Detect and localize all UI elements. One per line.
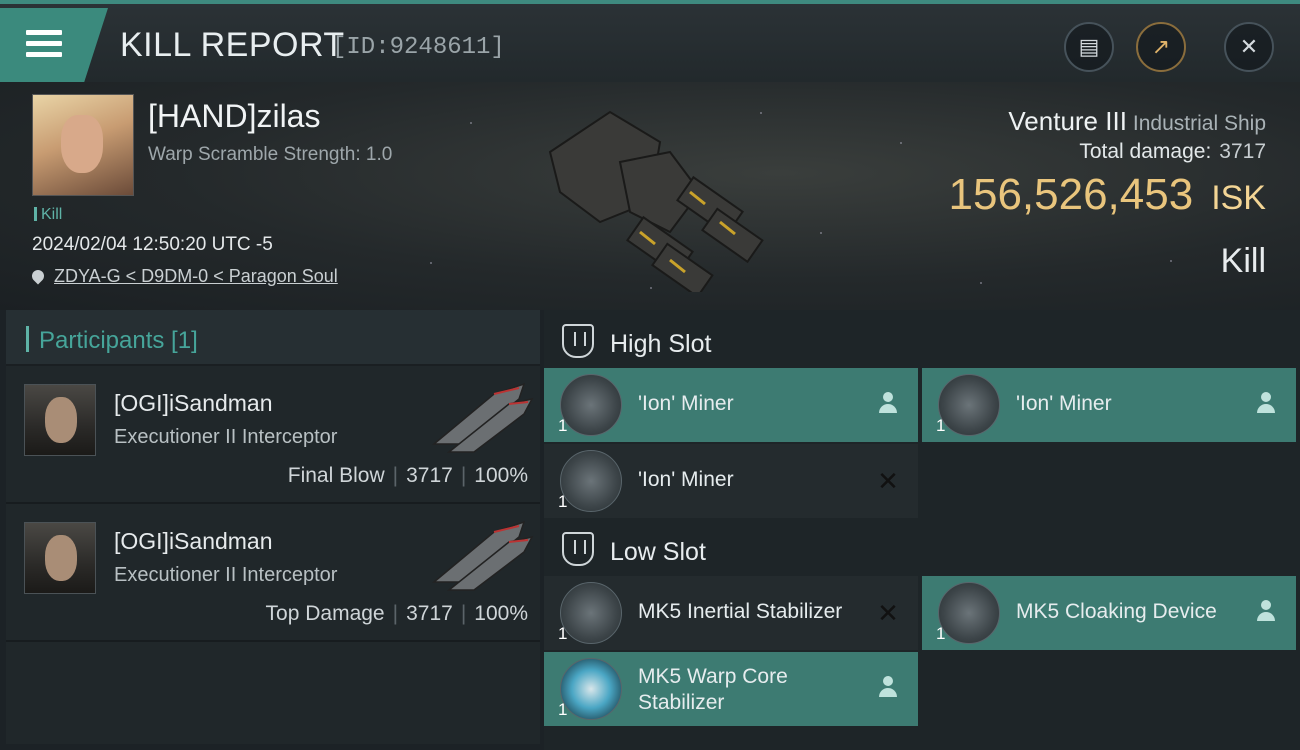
victim-ship-image <box>548 110 764 292</box>
module-quantity: 1 <box>558 700 568 719</box>
victim-panel: [HAND]zilas Warp Scramble Strength: 1.0 … <box>0 82 1300 310</box>
result-label: Kill <box>1220 242 1266 280</box>
participants-panel: Participants [1] [OGI]iSandman Execution… <box>6 310 540 744</box>
low-slot-icon <box>562 532 594 566</box>
miner-icon <box>938 374 1000 436</box>
participant-row[interactable]: [OGI]iSandman Executioner II Interceptor… <box>6 504 540 642</box>
participant-ship: Executioner II Interceptor <box>114 426 338 448</box>
destroyed-icon: ✕ <box>877 466 899 496</box>
participant-avatar[interactable] <box>24 384 96 456</box>
kill-tag: Kill <box>34 206 62 224</box>
module-name: MK5 Warp Core Stabilizer <box>638 665 788 714</box>
module-item[interactable]: 1 MK5 Warp Core Stabilizer <box>544 652 918 726</box>
clipboard-button[interactable]: ▤ <box>1064 22 1114 72</box>
module-item[interactable]: 1 MK5 Cloaking Device <box>922 576 1296 650</box>
module-name: 'Ion' Miner <box>638 392 734 415</box>
module-name: 'Ion' Miner <box>1016 392 1112 415</box>
survived-icon <box>1256 392 1276 414</box>
report-id[interactable]: [ID:9248611] <box>332 34 505 61</box>
participant-name[interactable]: [OGI]iSandman <box>114 528 273 555</box>
hamburger-icon <box>26 30 62 58</box>
survived-icon <box>1256 600 1276 622</box>
victim-ship-class: Industrial Ship <box>1132 112 1266 135</box>
participant-ship-image <box>431 520 534 591</box>
kill-location[interactable]: ZDYA-G < D9DM-0 < Paragon Soul <box>29 266 338 287</box>
module-name: MK5 Cloaking Device <box>1016 600 1217 623</box>
module-quantity: 1 <box>936 416 946 435</box>
destroyed-icon: ✕ <box>877 598 899 628</box>
share-icon: ↗ <box>1151 34 1171 59</box>
participant-avatar[interactable] <box>24 522 96 594</box>
participant-stats: Top Damage | 3717 | 100% <box>265 602 528 625</box>
fitting-slots-panel: High Slot 1 'Ion' Miner 1 'Ion' Miner 1 … <box>544 310 1300 750</box>
module-item[interactable]: 1 MK5 Inertial Stabilizer ✕ <box>544 576 918 650</box>
cloaking-device-icon <box>938 582 1000 644</box>
module-item[interactable]: 1 'Ion' Miner <box>544 368 918 442</box>
module-quantity: 1 <box>558 416 568 435</box>
survived-icon <box>878 676 898 698</box>
survived-icon <box>878 392 898 414</box>
warp-core-stabilizer-icon <box>560 658 622 720</box>
module-quantity: 1 <box>936 624 946 643</box>
high-slot-icon <box>562 324 594 358</box>
module-item[interactable]: 1 'Ion' Miner ✕ <box>544 444 918 518</box>
kill-datetime: 2024/02/04 12:50:20 UTC -5 <box>32 234 273 255</box>
miner-icon <box>560 450 622 512</box>
module-quantity: 1 <box>558 624 568 643</box>
menu-button[interactable] <box>0 8 108 82</box>
participant-name[interactable]: [OGI]iSandman <box>114 390 273 417</box>
clipboard-icon: ▤ <box>1078 34 1100 59</box>
participant-row[interactable]: [OGI]iSandman Executioner II Interceptor… <box>6 366 540 504</box>
share-button[interactable]: ↗ <box>1136 22 1186 72</box>
close-button[interactable]: ✕ <box>1224 22 1274 72</box>
isk-value: 156,526,453 ISK <box>948 170 1267 219</box>
high-slot-header: High Slot <box>544 310 1300 368</box>
miner-icon <box>560 374 622 436</box>
module-name: MK5 Inertial Stabilizer <box>638 600 843 623</box>
victim-name[interactable]: [HAND]zilas <box>148 98 320 135</box>
participant-ship-image <box>431 382 534 453</box>
module-item[interactable]: 1 'Ion' Miner <box>922 368 1296 442</box>
victim-portrait[interactable] <box>32 94 134 196</box>
warp-scramble-strength: Warp Scramble Strength: 1.0 <box>148 144 393 165</box>
page-title: KILL REPORT <box>120 26 345 64</box>
participants-header: Participants [1] <box>6 310 540 366</box>
participant-ship: Executioner II Interceptor <box>114 564 338 586</box>
victim-ship-name[interactable]: Venture III Industrial Ship <box>1008 106 1266 137</box>
header-bar: KILL REPORT [ID:9248611] ▤ ↗ ✕ <box>0 0 1300 82</box>
participant-stats: Final Blow | 3717 | 100% <box>287 464 528 487</box>
module-name: 'Ion' Miner <box>638 468 734 491</box>
close-icon: ✕ <box>1239 34 1259 59</box>
total-damage: Total damage: 3717 <box>1079 140 1266 163</box>
location-pin-icon <box>29 267 47 285</box>
low-slot-header: Low Slot <box>544 518 1300 576</box>
module-quantity: 1 <box>558 492 568 511</box>
inertial-stabilizer-icon <box>560 582 622 644</box>
